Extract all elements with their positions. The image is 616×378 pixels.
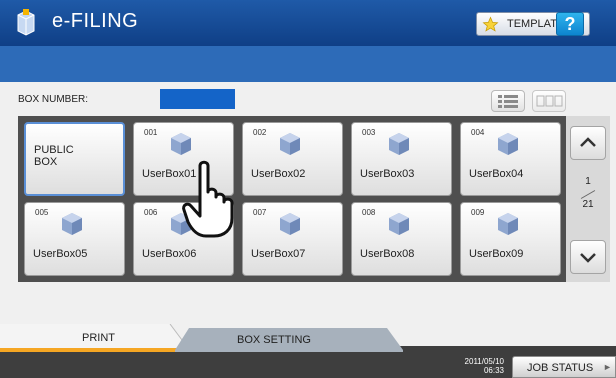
page-down-button[interactable] bbox=[570, 240, 606, 274]
box-number: 006 bbox=[144, 208, 158, 217]
list-view-button[interactable] bbox=[491, 90, 525, 112]
date-text: 2011/05/10 bbox=[464, 357, 504, 366]
page-up-button[interactable] bbox=[570, 126, 606, 160]
page-total: 21 bbox=[582, 199, 594, 210]
header-bar bbox=[0, 46, 616, 82]
box-label: UserBox04 bbox=[469, 168, 524, 180]
job-status-label: JOB STATUS bbox=[527, 362, 594, 374]
user-box-button[interactable]: 005 UserBox05 bbox=[24, 202, 125, 276]
box-number: 002 bbox=[253, 128, 267, 137]
box-icon bbox=[389, 213, 409, 235]
box-number: 008 bbox=[362, 208, 376, 217]
thumbnail-view-button[interactable] bbox=[532, 90, 566, 112]
box-number: 001 bbox=[144, 128, 158, 137]
chevron-down-icon bbox=[580, 253, 596, 263]
list-view-icon bbox=[498, 95, 518, 108]
box-icon bbox=[498, 213, 518, 235]
datetime: 2011/05/10 06:33 bbox=[448, 357, 504, 375]
box-label: UserBox08 bbox=[360, 248, 415, 260]
chevron-right-icon: ► bbox=[603, 362, 612, 372]
user-box-button[interactable]: 007 UserBox07 bbox=[242, 202, 343, 276]
tab-print[interactable]: PRINT bbox=[0, 324, 190, 352]
user-box-button[interactable]: 003 UserBox03 bbox=[351, 122, 452, 196]
app-title: e-FILING bbox=[52, 10, 139, 32]
box-label: UserBox07 bbox=[251, 248, 306, 260]
box-label: UserBox09 bbox=[469, 248, 524, 260]
star-icon bbox=[482, 16, 499, 32]
box-label: UserBox06 bbox=[142, 248, 197, 260]
public-box-button[interactable]: PUBLIC BOX bbox=[24, 122, 125, 196]
box-label: UserBox02 bbox=[251, 168, 306, 180]
job-status-button[interactable]: JOB STATUS ► bbox=[512, 356, 616, 378]
tab-print-label: PRINT bbox=[82, 332, 115, 344]
box-icon bbox=[171, 133, 191, 155]
time-text: 06:33 bbox=[483, 366, 504, 375]
box-number: 009 bbox=[471, 208, 485, 217]
page-current: 1 bbox=[585, 176, 591, 187]
box-label: UserBox03 bbox=[360, 168, 415, 180]
box-number: 004 bbox=[471, 128, 485, 137]
box-number: 003 bbox=[362, 128, 376, 137]
thumbnail-view-icon bbox=[536, 95, 563, 107]
chevron-up-icon bbox=[580, 137, 596, 147]
tab-box-setting-label: BOX SETTING bbox=[237, 334, 311, 346]
tab-box-setting[interactable]: BOX SETTING bbox=[175, 328, 405, 352]
box-icon bbox=[498, 133, 518, 155]
box-label: UserBox05 bbox=[33, 248, 88, 260]
box-icon bbox=[389, 133, 409, 155]
box-icon bbox=[62, 213, 82, 235]
box-icon bbox=[280, 213, 300, 235]
box-number-label: BOX NUMBER: bbox=[18, 94, 89, 105]
user-box-button[interactable]: 002 UserBox02 bbox=[242, 122, 343, 196]
user-box-button[interactable]: 004 UserBox04 bbox=[460, 122, 561, 196]
efiling-box-icon bbox=[17, 9, 35, 36]
box-number: 007 bbox=[253, 208, 267, 217]
box-label: PUBLIC BOX bbox=[34, 144, 74, 168]
box-number-field[interactable] bbox=[160, 89, 235, 109]
pointing-hand-icon bbox=[182, 160, 234, 238]
user-box-button[interactable]: 008 UserBox08 bbox=[351, 202, 452, 276]
box-number: 005 bbox=[35, 208, 49, 217]
box-icon bbox=[280, 133, 300, 155]
help-button[interactable]: ? bbox=[556, 12, 584, 36]
user-box-button[interactable]: 009 UserBox09 bbox=[460, 202, 561, 276]
